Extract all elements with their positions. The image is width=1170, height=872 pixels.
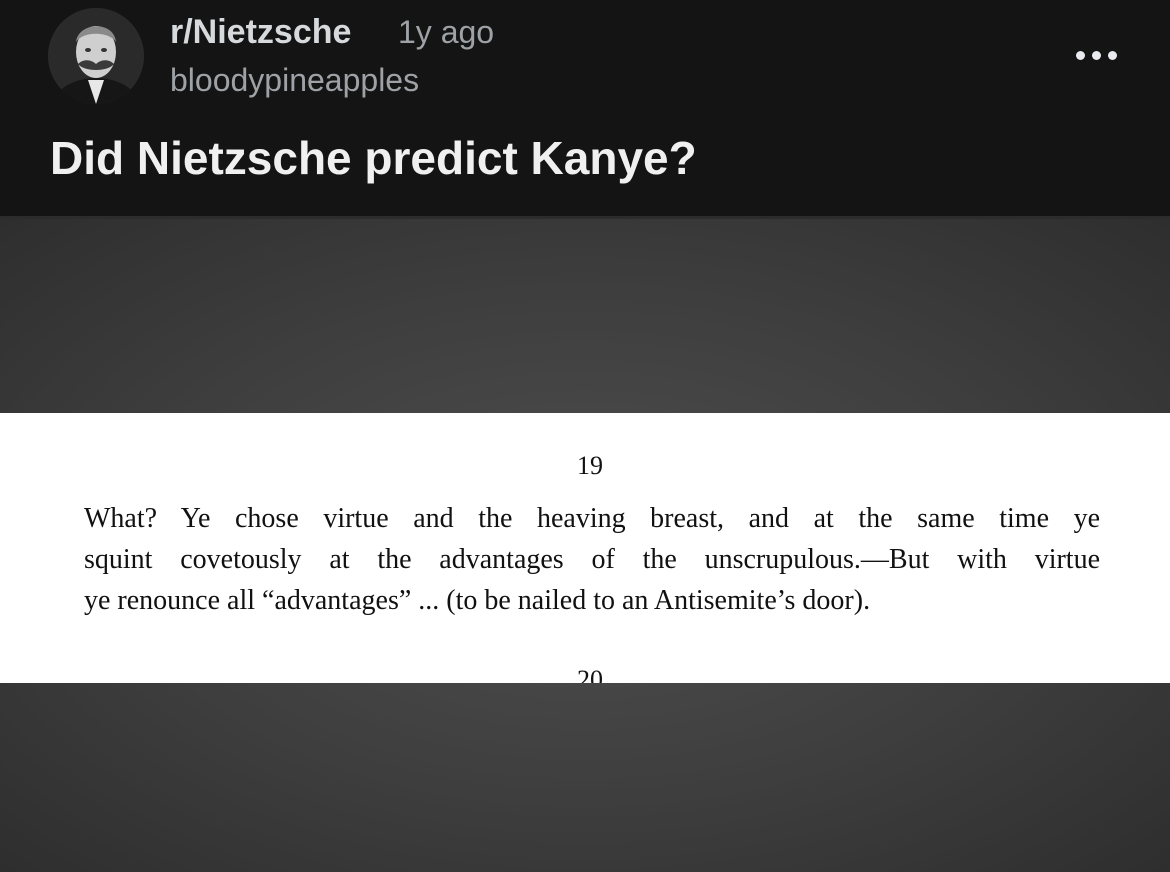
dot-1 bbox=[1075, 50, 1085, 60]
post-header: r/Nietzsche 1y ago bloodypineapples Did … bbox=[0, 0, 1170, 216]
next-section-number: 20 bbox=[577, 665, 603, 683]
excerpt-line-3: ye renounce all “advantages” ... (to be … bbox=[84, 585, 871, 616]
post-author[interactable]: bloodypineapples bbox=[170, 60, 419, 100]
section-number: 19 bbox=[577, 451, 603, 480]
dot-3 bbox=[1107, 50, 1117, 60]
book-excerpt: 19 What? Ye chose virtue and the heaving… bbox=[0, 413, 1170, 683]
post-title[interactable]: Did Nietzsche predict Kanye? bbox=[50, 130, 697, 186]
dot-2 bbox=[1091, 50, 1101, 60]
portrait-image bbox=[48, 8, 144, 104]
excerpt-text: What? Ye chose virtue and the heaving br… bbox=[84, 498, 1100, 621]
subreddit-name[interactable]: r/Nietzsche bbox=[170, 12, 351, 52]
subreddit-avatar[interactable] bbox=[48, 8, 144, 104]
post-image[interactable]: 19 What? Ye chose virtue and the heaving… bbox=[0, 219, 1170, 872]
more-options-icon[interactable] bbox=[1068, 40, 1124, 70]
excerpt-line-2: squint covetously at the advantages of t… bbox=[84, 544, 1100, 575]
post-time: 1y ago bbox=[398, 14, 495, 50]
excerpt-line-1: What? Ye chose virtue and the heaving br… bbox=[84, 503, 1100, 534]
